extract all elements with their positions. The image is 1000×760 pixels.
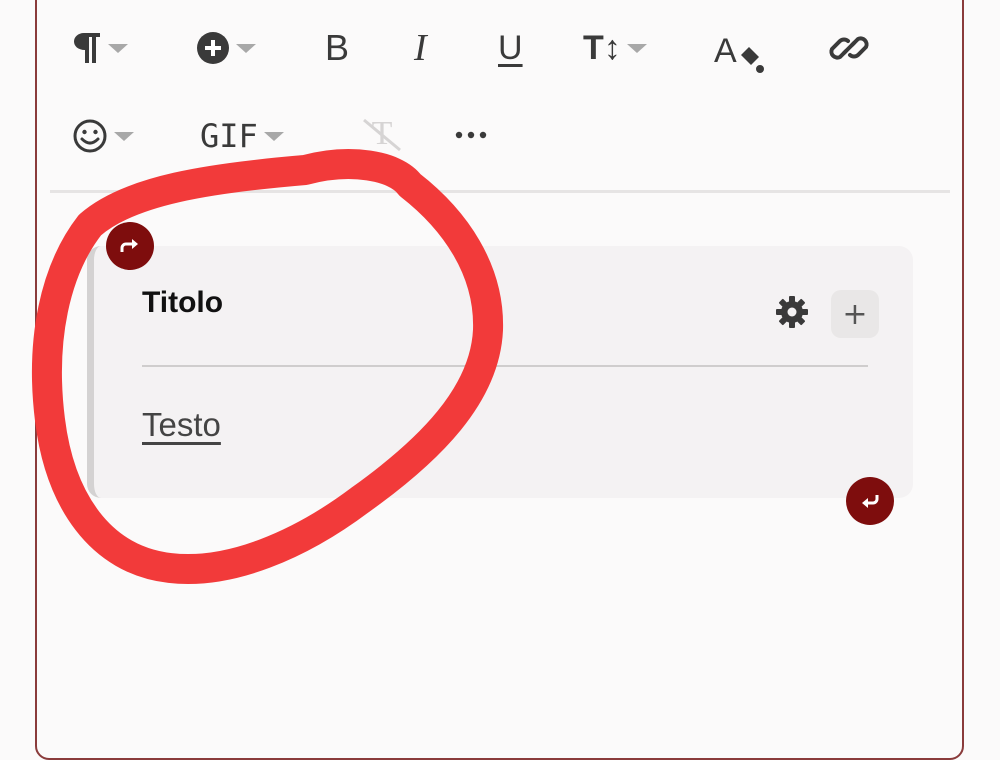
underline-button[interactable]: U <box>498 26 523 70</box>
chevron-down-icon <box>263 131 284 141</box>
paint-bucket-icon <box>740 47 764 73</box>
plus-circle-icon <box>197 32 229 64</box>
paragraph-format-button[interactable] <box>72 28 128 68</box>
block-text[interactable]: Testo <box>142 406 221 444</box>
toolbar-divider <box>50 190 950 193</box>
chevron-down-icon <box>108 43 128 53</box>
chevron-down-icon <box>114 131 134 141</box>
bold-button[interactable]: B <box>325 26 349 70</box>
clear-format-button[interactable]: T <box>360 114 404 154</box>
gear-icon <box>776 296 808 328</box>
underline-icon: U <box>498 28 523 67</box>
block-settings-button[interactable] <box>774 294 810 330</box>
redo-arrow-icon <box>120 239 138 252</box>
more-button[interactable] <box>455 120 487 150</box>
add-button[interactable]: + <box>831 290 879 338</box>
move-up-button[interactable] <box>106 222 154 270</box>
block-title[interactable]: Titolo <box>142 286 223 320</box>
block-separator <box>142 365 868 367</box>
italic-icon: I <box>414 27 427 69</box>
gif-button[interactable]: GIF <box>200 116 284 156</box>
italic-button[interactable]: I <box>414 26 427 70</box>
content-block[interactable]: Titolo + Testo <box>87 246 913 498</box>
ellipsis-icon <box>455 131 487 139</box>
link-icon <box>829 36 869 60</box>
insert-button[interactable] <box>196 28 256 68</box>
return-arrow-icon <box>862 495 879 508</box>
plus-icon: + <box>842 296 868 332</box>
text-color-icon: A <box>714 31 737 70</box>
text-size-icon: T↕ <box>583 28 621 67</box>
text-size-button[interactable]: T↕ <box>583 26 647 70</box>
move-down-button[interactable] <box>846 477 894 525</box>
chevron-down-icon <box>626 43 647 53</box>
text-color-button[interactable]: A <box>714 26 765 76</box>
chevron-down-icon <box>236 43 256 53</box>
strike-line <box>363 118 401 152</box>
emoji-button[interactable] <box>72 116 134 156</box>
bold-icon: B <box>325 27 350 68</box>
gif-label: GIF <box>200 117 258 155</box>
pilcrow-icon <box>74 33 100 63</box>
smiley-icon <box>73 119 107 153</box>
link-button[interactable] <box>828 28 870 68</box>
